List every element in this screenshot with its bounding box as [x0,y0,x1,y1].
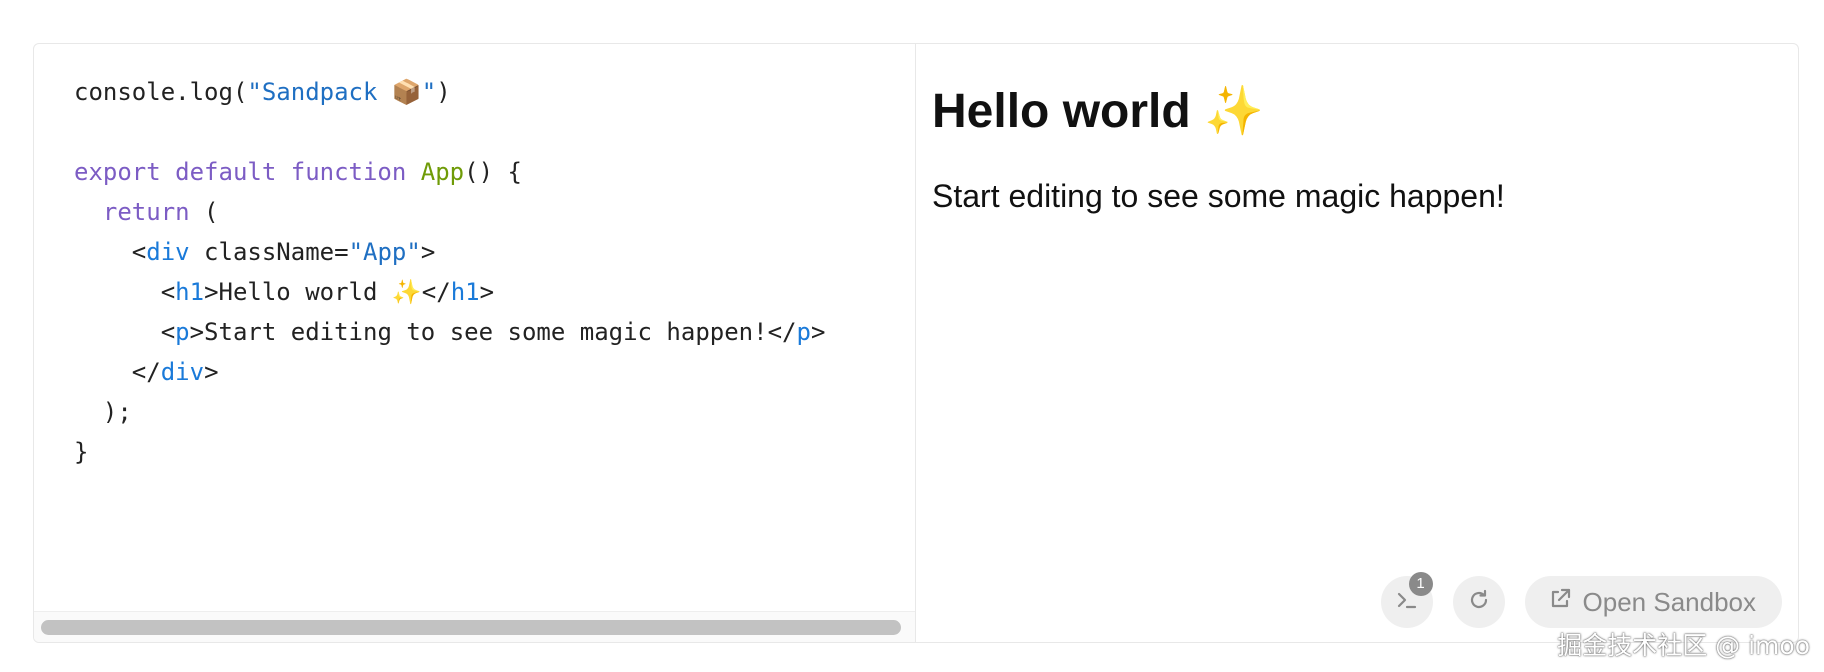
open-sandbox-label: Open Sandbox [1582,586,1756,617]
watermark: 掘金技术社区 @ imoo [1557,631,1810,660]
preview-paragraph: Start editing to see some magic happen! [932,178,1505,214]
code-line-8: </div> [131,358,219,386]
preview-controls: 1 Open Sandbox [1380,572,1782,628]
preview-heading: Hello world ✨ [932,83,1264,139]
console-button[interactable]: 1 [1380,572,1433,628]
open-sandbox-button[interactable]: Open Sandbox [1524,576,1782,628]
scrollbar-thumb[interactable] [41,620,901,635]
code-line-7: <p>Start editing to see some magic happe… [160,318,826,346]
external-link-icon [1547,586,1573,619]
code-line-4: return ( [102,198,219,226]
code-line-10: } [74,438,89,466]
sparkles-emoji: ✨ [1204,83,1264,139]
code-content[interactable]: console.log("Sandpack 📦") export default … [74,72,825,472]
console-count-badge: 1 [1408,572,1433,596]
code-line-9: ); [102,398,132,426]
code-editor[interactable]: console.log("Sandpack 📦") export default … [34,44,916,642]
package-emoji: 📦 [391,78,422,106]
code-line-3: export default function App() { [74,158,522,186]
code-line-1: console.log("Sandpack 📦") [74,78,451,106]
refresh-icon [1466,587,1492,618]
preview-pane: Hello world ✨ Start editing to see some … [916,44,1798,642]
code-line-5: <div className="App"> [131,238,436,266]
code-line-6: <h1>Hello world ✨</h1> [160,278,495,306]
sparkles-emoji: ✨ [391,278,422,306]
sandpack-container: console.log("Sandpack 📦") export default … [33,43,1799,643]
horizontal-scrollbar[interactable] [34,611,915,642]
refresh-button[interactable] [1452,576,1505,628]
